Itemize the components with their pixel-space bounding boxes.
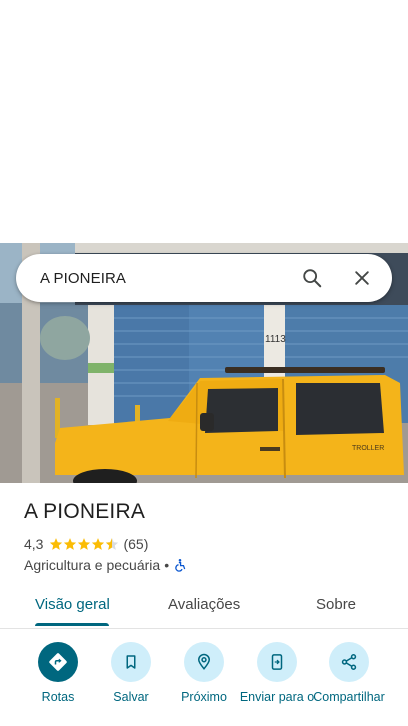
- close-icon: [355, 271, 369, 285]
- star-full-icon: [78, 538, 91, 550]
- send-to-phone-label: Enviar para o: [239, 690, 315, 704]
- map-area[interactable]: [0, 0, 408, 243]
- search-icon: [303, 269, 322, 288]
- share-icon: [341, 654, 357, 670]
- nearby-icon: [197, 653, 211, 670]
- send-to-phone-icon: [271, 654, 283, 670]
- house-number: 1113: [265, 334, 286, 345]
- category-label: Agricultura e pecuária: [24, 557, 161, 573]
- category-row: Agricultura e pecuária •: [24, 557, 187, 573]
- tab-bar: Visão geral Avaliações Sobre: [0, 586, 408, 629]
- wheelchair-icon: [175, 559, 186, 572]
- review-count: (65): [123, 536, 149, 552]
- directions-label: Rotas: [41, 690, 75, 704]
- search-bar[interactable]: A PIONEIRA: [16, 254, 392, 302]
- star-full-icon: [64, 538, 77, 550]
- share-label: Compartilhar: [313, 690, 385, 704]
- search-input[interactable]: A PIONEIRA: [40, 270, 296, 287]
- rating-row[interactable]: 4,3 (65): [24, 536, 148, 552]
- save-button[interactable]: Salvar: [93, 642, 169, 704]
- bookmark-icon: [126, 655, 136, 669]
- car-badge: TROLLER: [352, 445, 384, 452]
- tab-about[interactable]: Sobre: [316, 596, 356, 613]
- star-half-icon: [106, 538, 119, 550]
- save-label: Salvar: [113, 690, 149, 704]
- share-button[interactable]: Compartilhar: [311, 642, 387, 704]
- nearby-label: Próximo: [181, 690, 227, 704]
- place-title: A PIONEIRA: [24, 500, 146, 523]
- directions-button[interactable]: Rotas: [20, 642, 96, 704]
- clear-button[interactable]: [346, 262, 378, 294]
- tab-overview[interactable]: Visão geral: [35, 596, 110, 613]
- tab-reviews[interactable]: Avaliações: [168, 596, 240, 613]
- rating-stars: [49, 537, 119, 551]
- nearby-button[interactable]: Próximo: [166, 642, 242, 704]
- star-full-icon: [92, 538, 105, 550]
- active-tab-indicator: [35, 623, 109, 626]
- directions-icon: [49, 653, 67, 671]
- separator: •: [164, 557, 170, 573]
- send-to-phone-button[interactable]: Enviar para o: [239, 642, 315, 704]
- search-button[interactable]: [296, 262, 328, 294]
- star-full-icon: [50, 538, 63, 550]
- rating-value: 4,3: [24, 536, 44, 552]
